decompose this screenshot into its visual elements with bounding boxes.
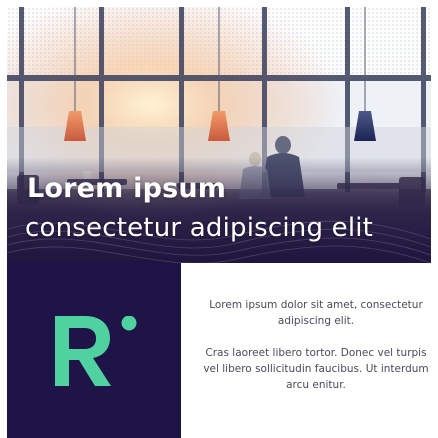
brochure-page: Lorem ipsum consectetur adipiscing elit …: [0, 0, 438, 438]
intro-paragraph: Lorem ipsum dolor sit amet, consectetur …: [209, 299, 423, 327]
brand-panel: [7, 263, 181, 438]
brand-logo-icon: [55, 316, 137, 386]
hero-subtitle: consectetur adipiscing elit: [25, 213, 374, 243]
hero-title: Lorem ipsum: [27, 173, 227, 204]
hero-photo: Lorem ipsum consectetur adipiscing elit: [7, 7, 431, 263]
text-panel: Lorem ipsum dolor sit amet, consectetur …: [181, 263, 438, 438]
body-paragraph: Cras laoreet libero tortor. Donec vel tu…: [203, 347, 429, 391]
